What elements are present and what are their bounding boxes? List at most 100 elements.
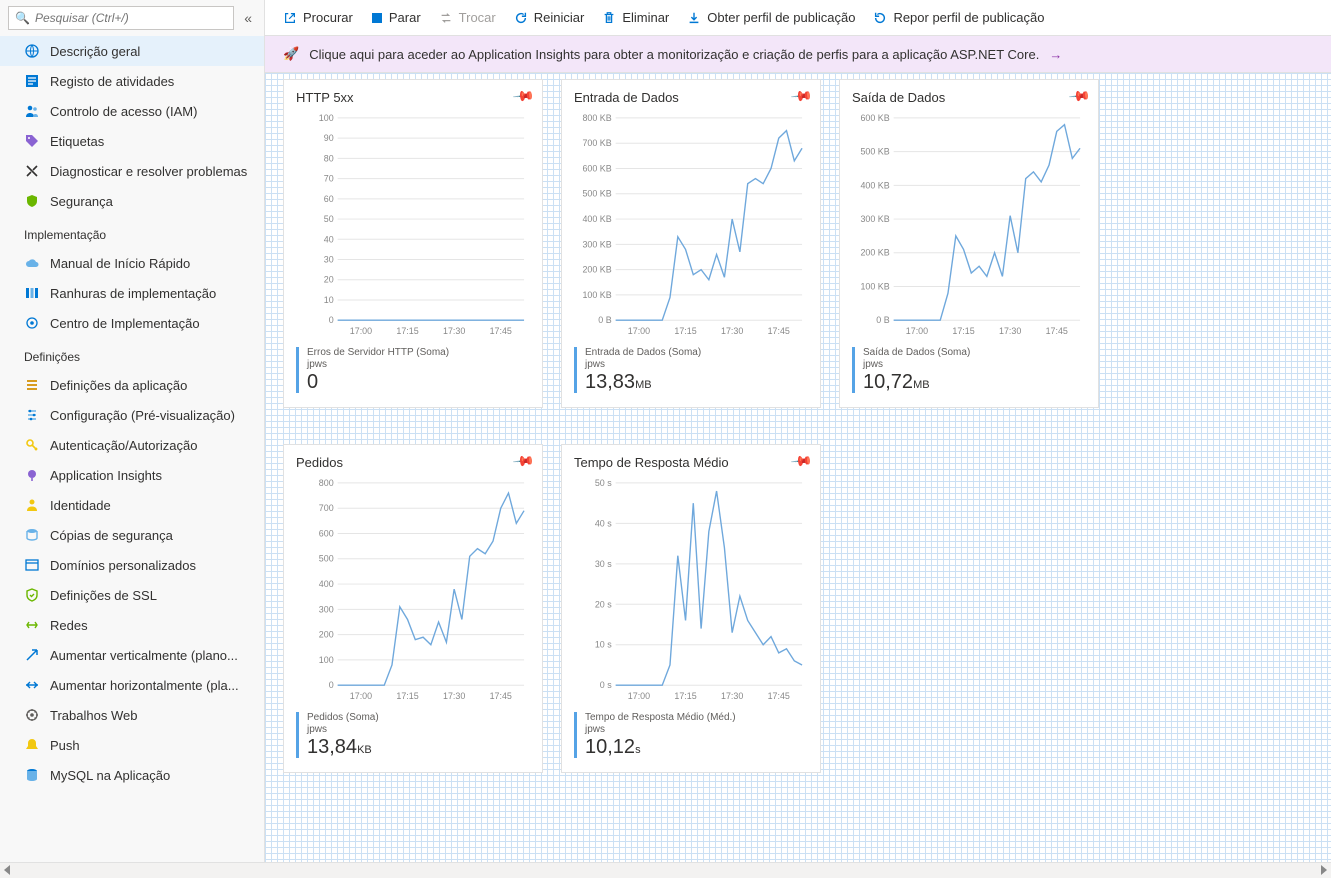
svg-text:40: 40 [324,234,334,244]
sidebar-item-label: Redes [50,618,88,633]
stop-button[interactable]: Parar [371,10,421,25]
svg-text:600 KB: 600 KB [860,113,889,123]
sidebar-item-label: Push [50,738,80,753]
sidebar-item[interactable]: Definições de SSL [0,580,264,610]
svg-text:100: 100 [319,655,334,665]
sidebar-item[interactable]: Descrição geral [0,36,264,66]
horizontal-scrollbar[interactable] [0,862,1331,878]
sidebar-item-label: Definições de SSL [50,588,157,603]
svg-text:600 KB: 600 KB [582,163,611,173]
svg-text:100 KB: 100 KB [860,281,889,291]
search-input[interactable] [8,6,234,30]
deploy-center-icon [24,315,40,331]
card-title: Pedidos [296,455,530,470]
settings-list-icon [24,377,40,393]
delete-button[interactable]: Eliminar [602,10,669,25]
get-publish-profile-button[interactable]: Obter perfil de publicação [687,10,855,25]
sidebar-item[interactable]: Redes [0,610,264,640]
sidebar-item-label: Cópias de segurança [50,528,173,543]
svg-text:400: 400 [319,579,334,589]
sidebar-item[interactable]: Aumentar verticalmente (plano... [0,640,264,670]
key-icon [24,437,40,453]
webjobs-icon [24,707,40,723]
sidebar-item[interactable]: MySQL na Aplicação [0,760,264,790]
sidebar-item-label: MySQL na Aplicação [50,768,170,783]
sidebar-item[interactable]: Manual de Início Rápido [0,248,264,278]
sidebar-item[interactable]: Segurança [0,186,264,216]
sidebar-item[interactable]: Registo de atividades [0,66,264,96]
globe-icon [24,43,40,59]
sidebar-item-label: Segurança [50,194,113,209]
reset-publish-profile-button[interactable]: Repor perfil de publicação [873,10,1044,25]
metric-value: 10,72MB [863,371,1086,393]
sidebar-item[interactable]: Application Insights [0,460,264,490]
card-title: Saída de Dados [852,90,1086,105]
metric-sub: jpws [585,724,808,736]
svg-text:17:00: 17:00 [350,326,372,336]
shield-icon [24,193,40,209]
sidebar-item[interactable]: Aumentar horizontalmente (pla... [0,670,264,700]
metric-label: Tempo de Resposta Médio (Méd.) [585,712,808,724]
svg-text:40 s: 40 s [595,518,612,528]
svg-text:50 s: 50 s [595,478,612,488]
scale-out-icon [24,677,40,693]
sidebar-item[interactable]: Definições da aplicação [0,370,264,400]
scale-up-icon [24,647,40,663]
main-panel: Procurar Parar Trocar Reiniciar Eliminar… [265,0,1331,878]
external-link-icon [283,11,297,25]
metric-sub: jpws [863,359,1086,371]
chart: 0 B100 KB200 KB300 KB400 KB500 KB600 KB7… [574,111,808,341]
sidebar-item[interactable]: Controlo de acesso (IAM) [0,96,264,126]
sidebar-item[interactable]: Etiquetas [0,126,264,156]
arrow-right-icon: → [1049,47,1062,62]
metric-summary: Saída de Dados (Soma) jpws 10,72MB [852,347,1086,393]
sidebar-item[interactable]: Diagnosticar e resolver problemas [0,156,264,186]
svg-text:700 KB: 700 KB [582,138,611,148]
svg-text:700: 700 [319,503,334,513]
restart-button[interactable]: Reiniciar [514,10,585,25]
svg-text:300 KB: 300 KB [582,239,611,249]
sidebar-item-label: Aumentar verticalmente (plano... [50,648,238,663]
svg-text:17:30: 17:30 [443,326,465,336]
sidebar-item-label: Diagnosticar e resolver problemas [50,164,247,179]
svg-text:400 KB: 400 KB [860,180,889,190]
slots-icon [24,285,40,301]
sidebar-item[interactable]: Push [0,730,264,760]
svg-text:10: 10 [324,295,334,305]
backup-icon [24,527,40,543]
app-insights-banner[interactable]: 🚀 Clique aqui para aceder ao Application… [265,36,1331,73]
sidebar-item[interactable]: Trabalhos Web [0,700,264,730]
reset-icon [873,11,887,25]
sidebar-item[interactable]: Cópias de segurança [0,520,264,550]
metric-value: 13,83MB [585,371,808,393]
metric-value: 0 [307,371,530,393]
metric-card-requests: 📌 Pedidos 010020030040050060070080017:00… [283,444,543,773]
banner-text: Clique aqui para aceder ao Application I… [309,47,1039,62]
sidebar-item[interactable]: Identidade [0,490,264,520]
sidebar-item[interactable]: Configuração (Pré-visualização) [0,400,264,430]
sidebar-item[interactable]: Ranhuras de implementação [0,278,264,308]
metric-card-data_in: 📌 Entrada de Dados 0 B100 KB200 KB300 KB… [561,79,821,408]
sidebar-item[interactable]: Autenticação/Autorização [0,430,264,460]
sidebar-item-label: Manual de Início Rápido [50,256,190,271]
sidebar-nav: Descrição geralRegisto de atividadesCont… [0,36,264,878]
stop-icon [371,12,383,24]
sidebar-item[interactable]: Centro de Implementação [0,308,264,338]
metric-sub: jpws [307,359,530,371]
svg-text:90: 90 [324,133,334,143]
collapse-sidebar-button[interactable]: « [240,6,256,30]
restart-icon [514,11,528,25]
svg-text:200 KB: 200 KB [582,265,611,275]
metric-label: Pedidos (Soma) [307,712,530,724]
browse-button[interactable]: Procurar [283,10,353,25]
svg-text:17:00: 17:00 [906,326,928,336]
sidebar-item-label: Trabalhos Web [50,708,137,723]
swap-icon [439,11,453,25]
dashboard-content: 📌 HTTP 5xx 010203040506070809010017:0017… [265,73,1331,878]
log-icon [24,73,40,89]
svg-text:17:15: 17:15 [674,691,696,701]
sidebar-item-label: Definições da aplicação [50,378,187,393]
svg-text:200: 200 [319,630,334,640]
sidebar-item[interactable]: Domínios personalizados [0,550,264,580]
push-icon [24,737,40,753]
